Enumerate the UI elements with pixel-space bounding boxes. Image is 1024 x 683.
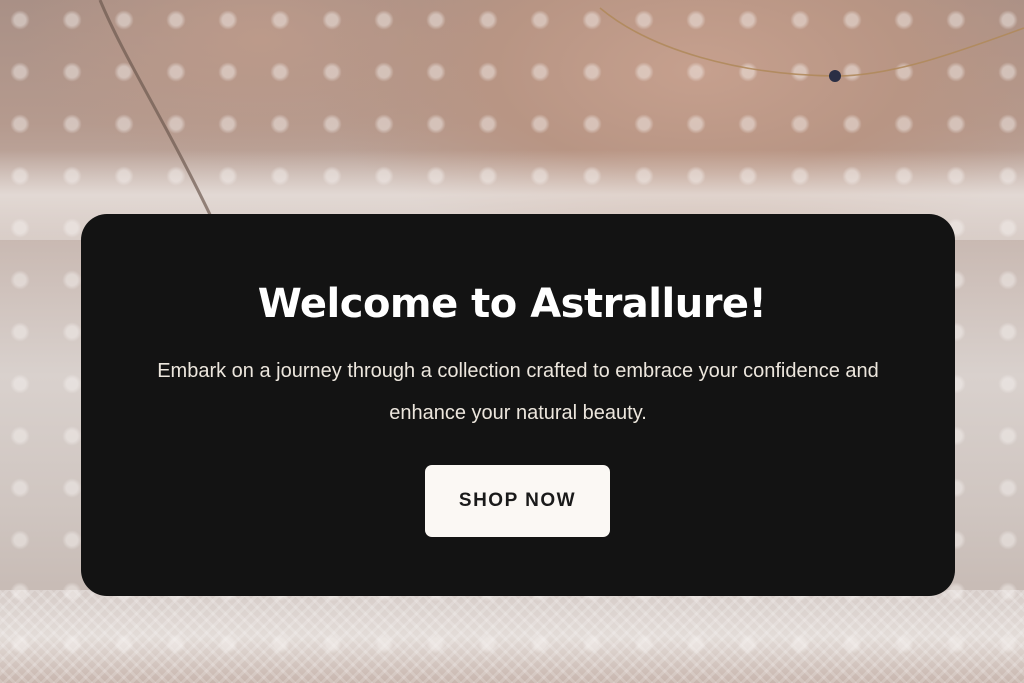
hero-subtitle: Embark on a journey through a collection… (157, 360, 879, 424)
shop-now-button[interactable]: SHOP NOW (425, 465, 610, 537)
hero-title: Welcome to Astrallure! (257, 281, 767, 327)
hero-section: Welcome to Astrallure! Embark on a journ… (0, 0, 1024, 683)
necklace-gem-icon (829, 70, 841, 82)
dress-strap (98, 0, 217, 226)
lace-fabric-bottom (0, 590, 1024, 683)
necklace-image (599, 7, 1024, 82)
